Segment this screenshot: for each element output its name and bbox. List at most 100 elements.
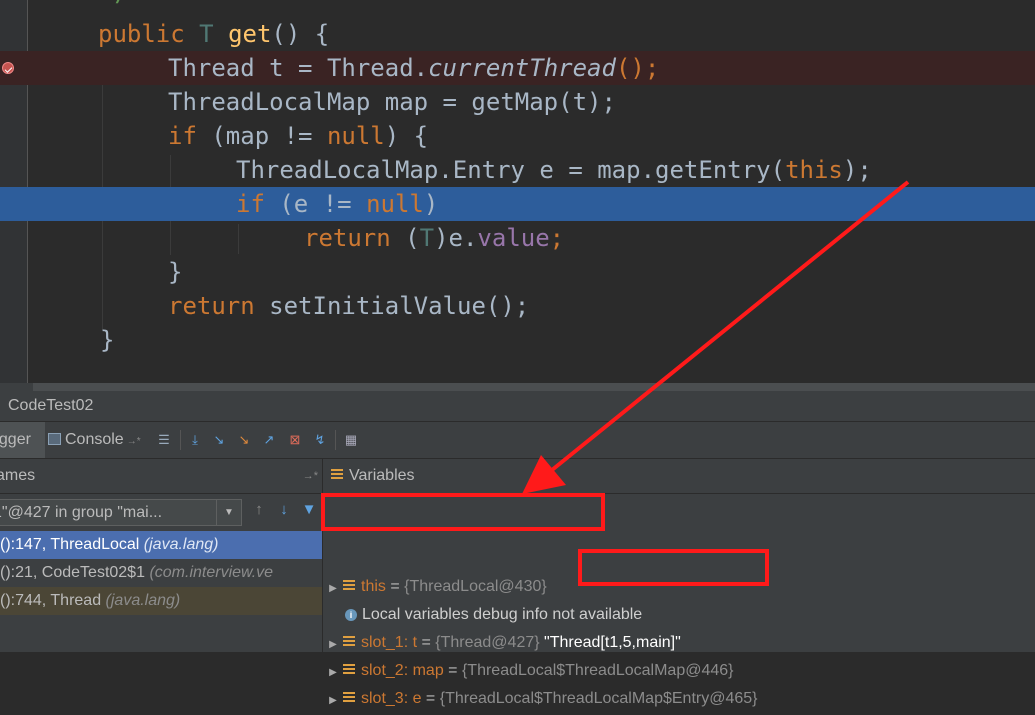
variable-name: slot_1: t [361, 634, 418, 651]
variable-value: {ThreadLocal$ThreadLocalMap$Entry@465} [439, 690, 758, 707]
show-execution-point-icon[interactable]: ☰ [154, 430, 174, 450]
thread-selector[interactable]: 1"@427 in group "mai... ▼ [0, 499, 242, 526]
equals-sign: = [421, 690, 440, 707]
tab-debugger[interactable]: ugger [0, 422, 45, 458]
arrow-down-icon[interactable]: ↓ [275, 501, 293, 523]
code-line-7: return (T)e.value; [0, 221, 1035, 255]
variable-string-value: "Thread[t1,5,main]" [544, 634, 681, 651]
pin-icon[interactable]: →* [303, 459, 318, 493]
keyword: this [785, 156, 843, 184]
code-text: ); [842, 156, 872, 184]
frame-method: ():744, Thread [0, 592, 102, 609]
code-text: Thread t = Thread. [168, 54, 429, 82]
field-icon [343, 664, 355, 675]
variables-header: Variables [323, 459, 1035, 494]
code-text: } [100, 326, 115, 354]
code-text: (map != [196, 122, 327, 150]
frame-location: :21, CodeTest02$1 [10, 564, 145, 581]
code-text-italic: currentThread [428, 54, 616, 82]
step-over-icon[interactable]: ⤓ [185, 430, 205, 450]
expand-arrow-icon[interactable]: ▶ [323, 631, 343, 659]
type-param: T [419, 224, 435, 252]
thread-selector-value: 1"@427 in group "mai... [0, 504, 163, 521]
force-step-into-icon[interactable]: ↘ [234, 430, 254, 450]
frame-row[interactable]: ():744, Thread (java.lang) [0, 587, 322, 615]
keyword: null [326, 122, 385, 150]
field-icon [343, 692, 355, 703]
code-line-4: if (map != null) { [0, 119, 1035, 153]
frame-row-selected[interactable]: ():147, ThreadLocal (java.lang) [0, 531, 322, 559]
keyword: null [366, 190, 424, 218]
variable-slot-2[interactable]: ▶ slot_2: map = {ThreadLocal$ThreadLocalM… [323, 657, 734, 687]
field-icon [343, 580, 355, 591]
expand-arrow-icon[interactable]: ▶ [323, 575, 343, 603]
code-line-8: } [0, 255, 1035, 289]
toolbar-separator [180, 430, 181, 450]
field-icon [343, 636, 355, 647]
filter-icon[interactable]: ▼ [300, 501, 318, 523]
code-text: } [168, 258, 183, 286]
highlight-box-this [321, 493, 605, 531]
info-icon: i [345, 609, 357, 621]
code-line-comment: */ [0, 0, 1035, 10]
highlight-box-thread [578, 549, 769, 586]
keyword: return [304, 224, 391, 252]
equals-sign: = [385, 578, 405, 595]
code-line-9: return setInitialValue(); [0, 289, 1035, 323]
frame-method: ():147, ThreadLocal [0, 536, 140, 553]
code-editor[interactable]: */ public T get() { Thread t = Thread.cu… [0, 0, 1035, 383]
run-config-title: CodeTest02 [8, 397, 94, 414]
debug-toolbar: ugger Console→* ☰ ⤓ ↘ ↘ ↗ ⊠ ↯ ▦ [0, 422, 1035, 459]
code-text: ThreadLocalMap.Entry e = map.getEntry( [236, 156, 786, 184]
debug-info-message: i Local variables debug info not availabl… [345, 601, 642, 629]
arrow-up-icon[interactable]: ↑ [250, 501, 268, 523]
tab-console-label: Console [65, 431, 124, 448]
variable-value: {ThreadLocal@430} [404, 578, 547, 595]
variable-value: {Thread@427} [435, 634, 540, 651]
expand-arrow-icon[interactable]: ▶ [323, 687, 343, 715]
frame-package: (com.interview.ve [149, 564, 274, 581]
pin-icon: →* [126, 436, 141, 447]
drop-frame-icon[interactable]: ⊠ [285, 430, 305, 450]
evaluate-expression-icon[interactable]: ▦ [341, 430, 361, 450]
variable-slot-3[interactable]: ▶ slot_3: e = {ThreadLocal$ThreadLocalMap… [323, 685, 758, 715]
variable-name: slot_2: map [361, 662, 444, 679]
frame-package: (java.lang) [143, 536, 219, 553]
chevron-down-icon[interactable]: ▼ [216, 500, 241, 525]
keyword: if [168, 122, 197, 150]
variable-this[interactable]: ▶ this = {ThreadLocal@430} [323, 573, 547, 601]
variable-value: {ThreadLocal$ThreadLocalMap@446} [461, 662, 734, 679]
frame-package: (java.lang) [105, 592, 181, 609]
code-text: (); [615, 54, 660, 82]
code-text: () { [271, 20, 330, 48]
code-line-1: public T get() { [0, 17, 1035, 51]
panel-splitter[interactable] [33, 383, 1035, 391]
code-text: setInitialValue(); [254, 292, 530, 320]
toolbar-separator [335, 430, 336, 450]
code-line-breakpoint: Thread t = Thread.currentThread(); [0, 51, 1035, 85]
step-out-icon[interactable]: ↗ [259, 430, 279, 450]
code-text: ) { [384, 122, 429, 150]
expand-arrow-icon[interactable]: ▶ [323, 659, 343, 687]
code-line-10: } [0, 323, 1035, 357]
code-text: ; [549, 224, 565, 252]
code-text: ( [390, 224, 420, 252]
step-into-icon[interactable]: ↘ [209, 430, 229, 450]
frames-pane: ames →* 1"@427 in group "mai... ▼ ↑ ↓ ▼ … [0, 459, 323, 652]
type-param: T [199, 20, 214, 48]
keyword: public [98, 20, 185, 48]
run-to-cursor-icon[interactable]: ↯ [310, 430, 330, 450]
equals-sign: = [443, 662, 462, 679]
code-text: ) [423, 190, 439, 218]
frame-row[interactable]: ():21, CodeTest02$1 (com.interview.ve [0, 559, 322, 587]
frame-method: () [0, 564, 11, 581]
tab-debugger-label: ugger [0, 431, 31, 448]
method-name: get [228, 20, 272, 48]
variable-slot-1[interactable]: ▶ slot_1: t = {Thread@427} "Thread[t1,5,m… [323, 629, 681, 657]
frames-header: ames →* [0, 459, 322, 494]
console-icon [48, 433, 61, 445]
code-line-execution-point: if (e != null) [0, 187, 1035, 221]
debug-title-bar: CodeTest02 [0, 392, 1035, 422]
breakpoint-icon[interactable] [2, 62, 14, 74]
tab-console[interactable]: Console →* [48, 422, 148, 458]
